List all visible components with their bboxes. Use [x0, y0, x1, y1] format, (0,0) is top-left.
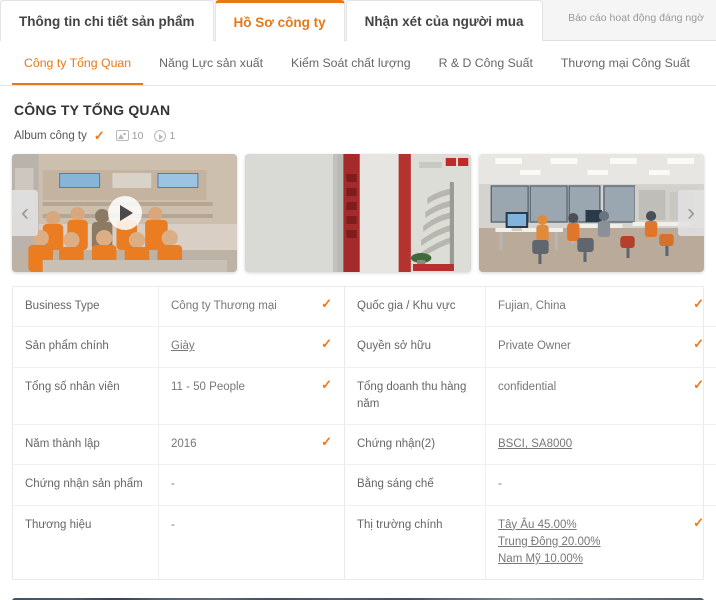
photo-count: 10	[131, 129, 144, 142]
check-icon: ✓	[321, 434, 332, 449]
subtab-rd-capacity[interactable]: R & D Công Suất	[425, 41, 547, 85]
check-icon: ✓	[693, 376, 704, 392]
cell-value: Công ty Thương mại	[171, 300, 277, 312]
table-row: BSCI, SA8000	[485, 425, 716, 466]
primary-tabs: Thông tin chi tiết sản phẩm Hồ Sơ công t…	[0, 0, 544, 41]
page-content: CÔNG TY TỔNG QUAN Album công ty ✓ 10 1 ‹	[0, 102, 716, 600]
check-icon: ✓	[321, 296, 332, 311]
company-entrance-photo-image	[245, 154, 471, 272]
carousel-slide-company-entrance-photo[interactable]	[245, 154, 471, 272]
cell-value: -	[498, 478, 502, 491]
cell-value: Private Owner	[498, 340, 571, 353]
cell-value-link[interactable]: Giày	[171, 338, 195, 355]
table-row: Bằng sáng chế	[344, 465, 485, 506]
play-circle-icon	[154, 129, 167, 142]
cell-value: 11 - 50 People	[171, 380, 245, 393]
table-row: Chứng nhận sản phẩm	[13, 465, 158, 506]
cell-value: confidential	[498, 380, 557, 393]
table-row: Tổng doanh thu hàng năm	[344, 367, 485, 425]
cell-value: -	[171, 478, 175, 491]
album-summary: Album công ty ✓ 10 1	[14, 129, 704, 142]
video-count: 1	[169, 129, 176, 142]
market-link[interactable]: Tây Âu 45.00%	[498, 517, 577, 534]
play-icon[interactable]	[107, 196, 142, 230]
check-icon: ✓	[321, 336, 332, 352]
table-row: -	[485, 465, 716, 506]
table-row: Chứng nhận(2)	[344, 425, 485, 466]
table-row: -	[158, 505, 344, 580]
subtab-company-overview[interactable]: Công ty Tổng Quan	[10, 41, 145, 85]
subtab-quality-control[interactable]: Kiểm Soát chất lượng	[277, 41, 425, 85]
company-office-photo-image	[478, 154, 704, 272]
subtab-key-customers[interactable]: Key Khách Hàng	[704, 41, 716, 85]
image-icon	[115, 130, 129, 141]
table-row: Công ty Thương mại ✓	[158, 287, 344, 328]
table-row: Tổng số nhân viên	[13, 368, 158, 425]
carousel-slide-company-office-photo[interactable]	[478, 154, 704, 272]
table-row: confidential ✓	[485, 367, 716, 425]
market-link[interactable]: Nam Mỹ 10.00%	[498, 551, 583, 568]
photo-count-group[interactable]: 10	[115, 129, 144, 142]
table-row: 11 - 50 People ✓	[158, 367, 344, 425]
table-row: Quyền sở hữu	[344, 327, 485, 368]
market-link[interactable]: Trung Đông 20.00%	[498, 534, 601, 551]
page-title: CÔNG TY TỔNG QUAN	[14, 102, 171, 118]
video-count-group[interactable]: 1	[154, 129, 176, 142]
table-row: Giày ✓	[158, 327, 344, 368]
cell-value: 2016	[171, 438, 197, 450]
table-row: Business Type	[13, 287, 158, 328]
table-row: Thị trường chính	[344, 505, 485, 580]
cell-value: Fujian, China	[498, 300, 566, 312]
check-icon: ✓	[693, 296, 704, 311]
subtab-production-capacity[interactable]: Năng Lực sản xuất	[145, 41, 277, 85]
company-album-carousel: ‹ ›	[12, 154, 704, 272]
tab-product-details[interactable]: Thông tin chi tiết sản phẩm	[0, 0, 214, 41]
cell-value-link[interactable]: BSCI, SA8000	[498, 436, 572, 453]
company-overview-table: Business Type Công ty Thương mại ✓ Quốc …	[12, 286, 716, 581]
secondary-tab-bar: Công ty Tổng Quan Năng Lực sản xuất Kiểm…	[0, 41, 716, 86]
table-row: -	[158, 465, 344, 506]
report-suspicious-activity-link[interactable]: Báo cáo hoạt động đáng ngờ	[568, 12, 704, 24]
check-icon: ✓	[93, 128, 105, 143]
table-row: Năm thành lập	[13, 425, 158, 466]
table-row: Fujian, China ✓	[485, 287, 716, 328]
check-icon: ✓	[693, 336, 704, 352]
check-icon: ✓	[693, 514, 704, 530]
album-label: Album công ty	[14, 129, 87, 142]
table-row: Private Owner ✓	[485, 327, 716, 368]
table-row: 2016 ✓	[158, 425, 344, 466]
carousel-slide-company-team-photo[interactable]	[12, 154, 238, 272]
tab-company-profile[interactable]: Hồ Sơ công ty	[214, 0, 345, 41]
table-row: Quốc gia / Khu vực	[344, 287, 485, 328]
subtab-trade-capacity[interactable]: Thương mại Công Suất	[547, 41, 704, 85]
table-row: Thương hiệu	[25, 518, 92, 531]
table-row: Tây Âu 45.00% Trung Đông 20.00% Nam Mỹ 1…	[485, 505, 716, 580]
primary-tab-bar: Thông tin chi tiết sản phẩm Hồ Sơ công t…	[0, 0, 716, 41]
secondary-tabs: Công ty Tổng Quan Năng Lực sản xuất Kiểm…	[10, 41, 716, 85]
table-row: Sản phẩm chính	[13, 327, 158, 368]
carousel-prev-chevron-left-icon[interactable]: ‹	[12, 190, 38, 236]
tab-buyer-reviews[interactable]: Nhận xét của người mua	[345, 0, 543, 41]
cell-value: -	[171, 518, 175, 531]
check-icon: ✓	[321, 376, 332, 392]
carousel-next-chevron-right-icon[interactable]: ›	[678, 190, 704, 236]
